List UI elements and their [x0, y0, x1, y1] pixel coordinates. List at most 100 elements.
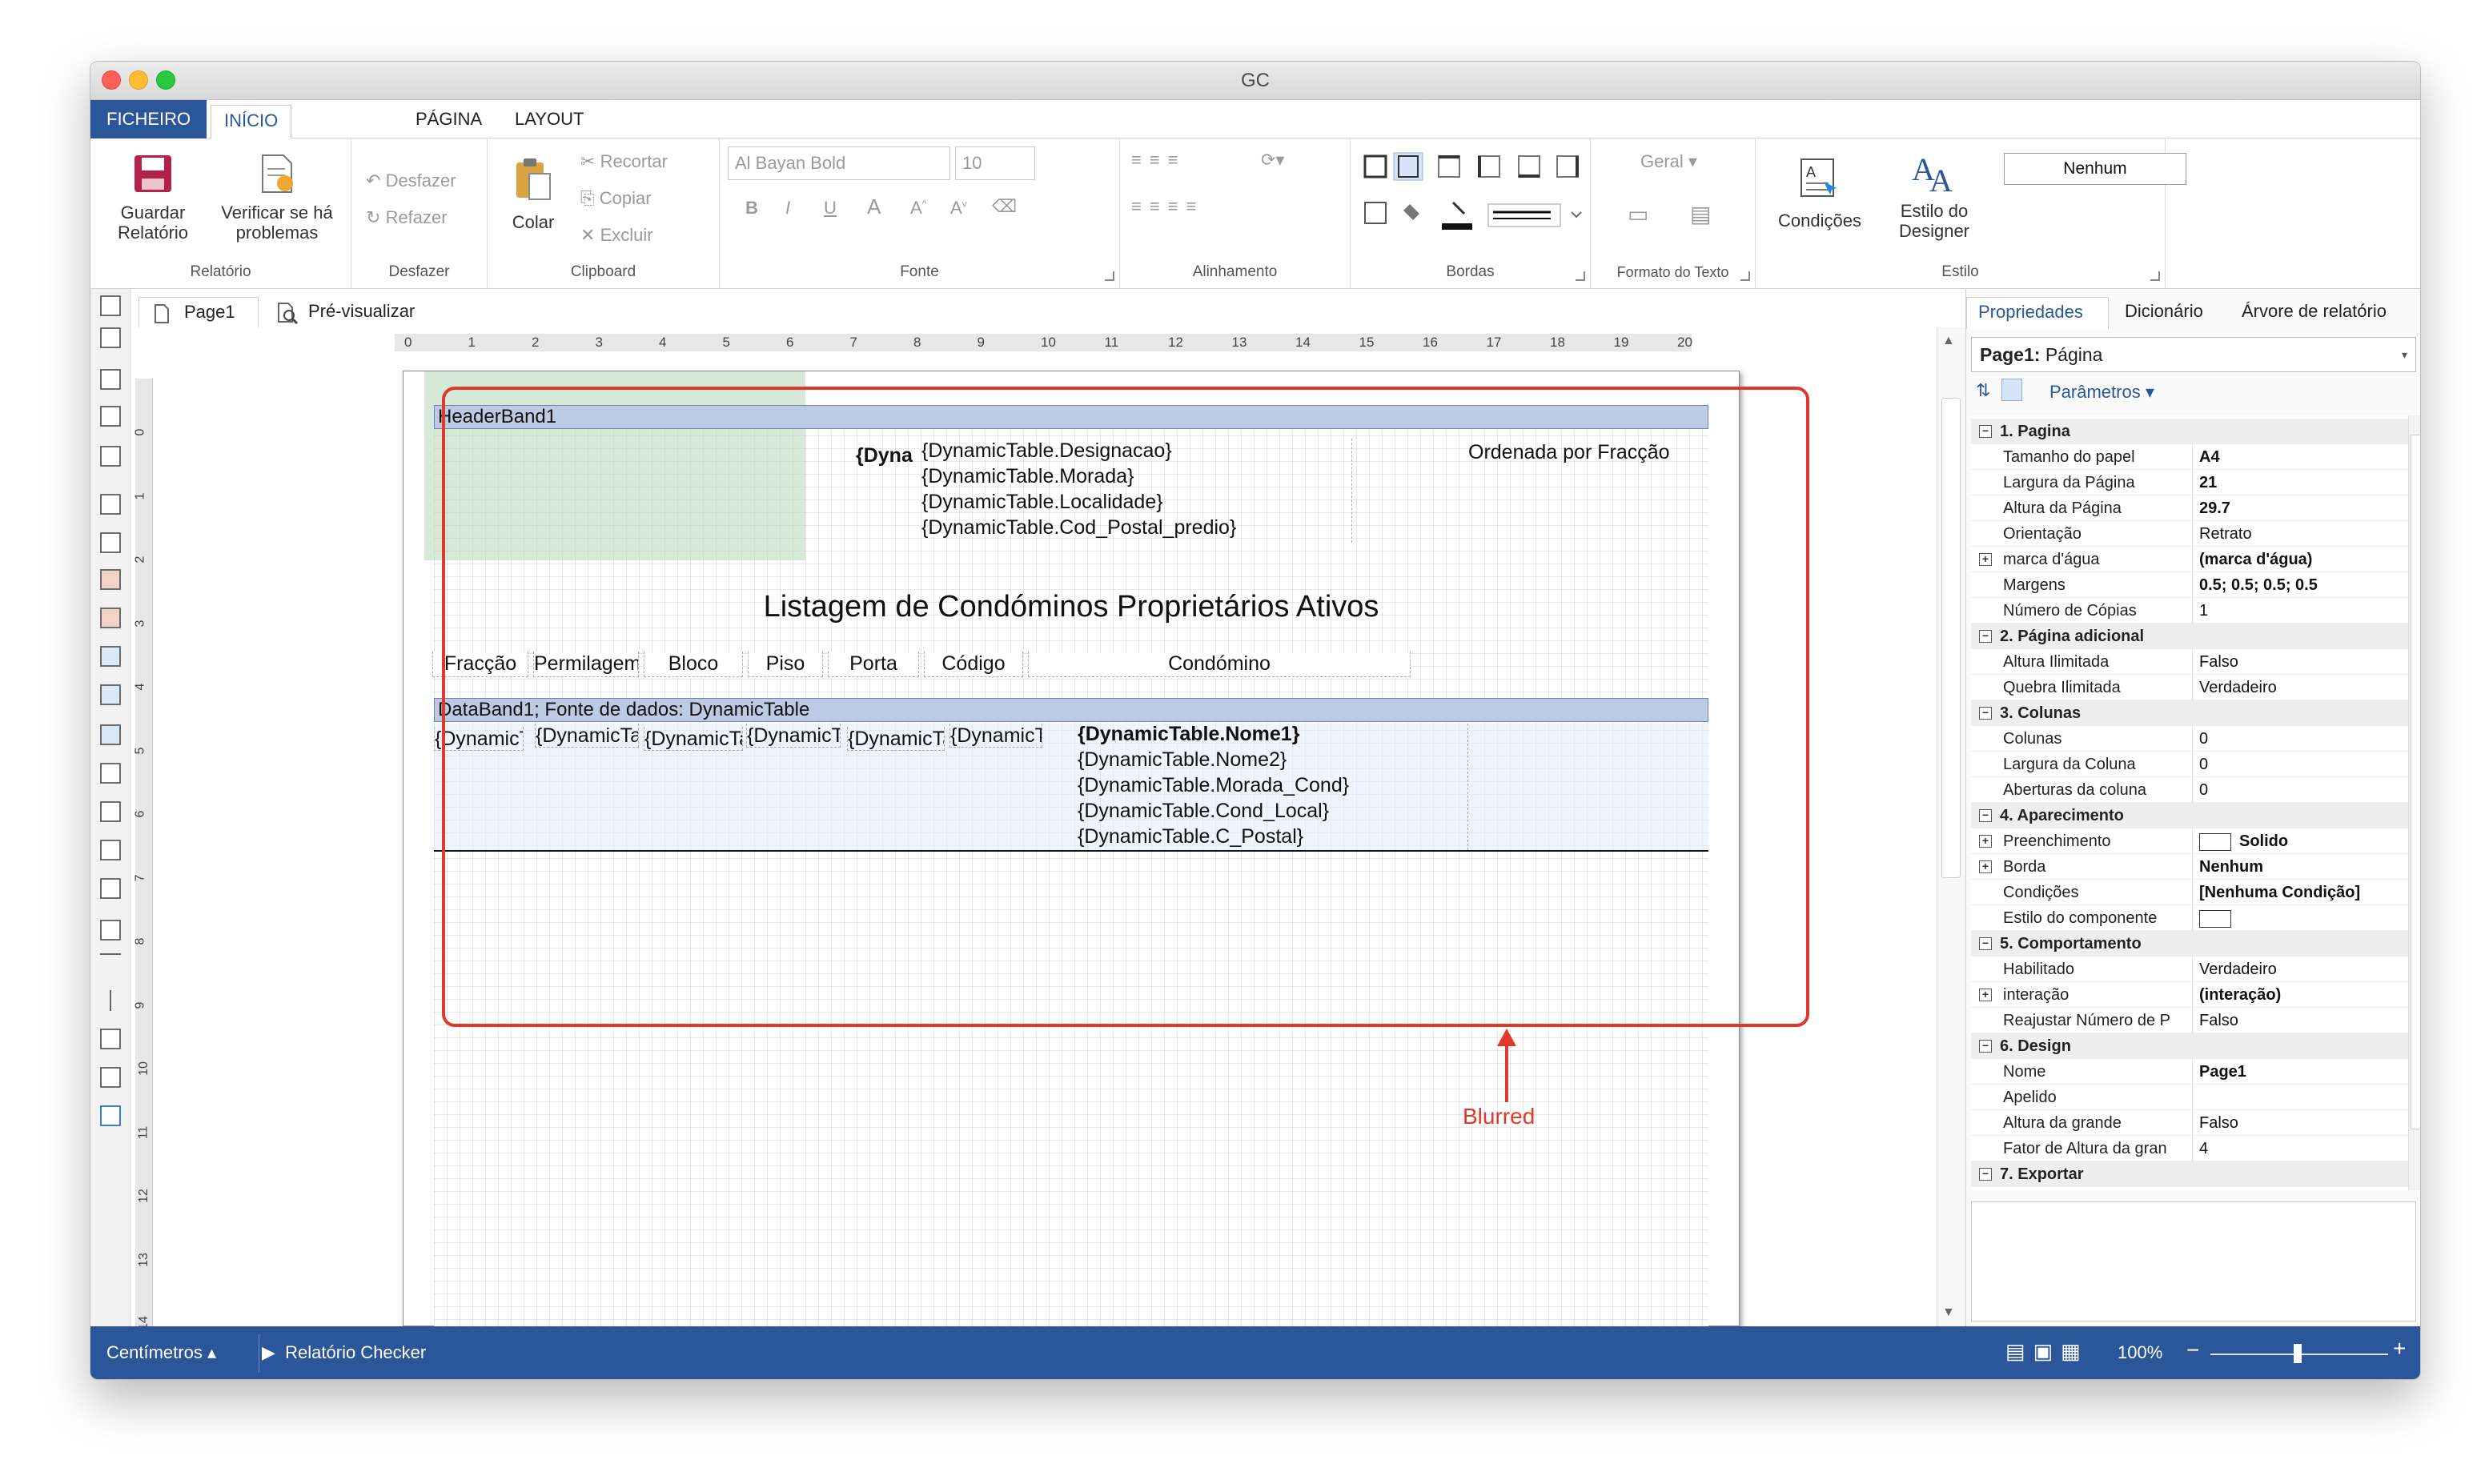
line-icon[interactable]: [100, 953, 121, 974]
property-row[interactable]: Margens 0.5; 0.5; 0.5; 0.5: [1971, 572, 2408, 598]
font-name-select[interactable]: Al Bayan Bold: [728, 146, 950, 180]
expand-icon[interactable]: +: [1979, 860, 1992, 873]
scroll-thumb[interactable]: [1941, 398, 1961, 878]
bold-button[interactable]: B: [745, 198, 758, 219]
property-value[interactable]: (marca d'água): [2192, 547, 2405, 572]
scroll-up-icon[interactable]: ▲: [1942, 334, 1955, 348]
property-value[interactable]: 0: [2192, 777, 2405, 803]
vline-icon[interactable]: [110, 990, 111, 1011]
format-icon-2[interactable]: ▤: [1690, 201, 1711, 227]
collapse-icon[interactable]: −: [1979, 1168, 1992, 1181]
collapse-icon[interactable]: −: [1979, 1040, 1992, 1053]
property-scroll-thumb[interactable]: [2411, 435, 2420, 1129]
property-row[interactable]: + Preenchimento Solido: [1971, 828, 2408, 854]
shrink-font-button[interactable]: Av: [950, 198, 967, 219]
shape-icon[interactable]: [100, 920, 121, 941]
units-selector[interactable]: Centímetros ▴: [106, 1342, 216, 1363]
canvas-scrollbar[interactable]: ▲ ▼: [1937, 327, 1965, 1326]
tab-page1[interactable]: Page1: [139, 297, 259, 327]
conditions-button[interactable]: A Condições: [1764, 156, 1876, 231]
property-value[interactable]: A4: [2192, 444, 2405, 470]
property-row[interactable]: Estilo do componente: [1971, 905, 2408, 931]
property-value[interactable]: Falso: [2192, 1110, 2405, 1136]
tab-ficheiro[interactable]: FICHEIRO: [90, 100, 207, 138]
tab-layout[interactable]: LAYOUT: [502, 100, 596, 138]
panel-icon[interactable]: [100, 724, 121, 745]
property-value[interactable]: 29.7: [2192, 495, 2405, 521]
expand-icon[interactable]: +: [1979, 989, 1992, 1001]
property-row[interactable]: + interação (interação): [1971, 982, 2408, 1008]
property-row[interactable]: Largura da Coluna 0: [1971, 752, 2408, 777]
check-issues-button[interactable]: Verificar se há problemas: [211, 153, 343, 243]
property-row[interactable]: Largura da Página 21: [1971, 470, 2408, 495]
property-value[interactable]: 0: [2192, 752, 2405, 777]
property-value[interactable]: Page1: [2192, 1059, 2405, 1085]
text-icon[interactable]: [100, 532, 121, 553]
property-row[interactable]: + marca d'água (marca d'água): [1971, 547, 2408, 572]
parameters-button[interactable]: Parâmetros ▾: [2049, 382, 2154, 403]
categorized-view-icon[interactable]: [2001, 379, 2022, 401]
property-row[interactable]: Apelido: [1971, 1085, 2408, 1110]
property-value[interactable]: 1: [2192, 598, 2405, 624]
italic-button[interactable]: I: [785, 198, 790, 219]
zoom-slider-thumb[interactable]: [2294, 1344, 2302, 1363]
property-scrollbar[interactable]: [2408, 415, 2420, 1190]
property-value[interactable]: [Nenhuma Condição]: [2192, 880, 2405, 905]
font-size-select[interactable]: 10: [955, 146, 1035, 180]
property-row[interactable]: Tamanho do papel A4: [1971, 444, 2408, 470]
property-value[interactable]: (interação): [2192, 982, 2405, 1008]
rectangle-icon[interactable]: [100, 1029, 121, 1049]
clear-format-icon[interactable]: ⌫: [992, 196, 1017, 217]
barcode-icon[interactable]: [100, 763, 121, 784]
picture-icon[interactable]: [100, 840, 121, 860]
image-icon[interactable]: [100, 608, 121, 628]
expand-icon[interactable]: +: [1979, 553, 1992, 566]
horizontal-align-icons[interactable]: ≡≡≡≡: [1131, 196, 1204, 217]
property-value[interactable]: Solido: [2192, 828, 2405, 854]
property-category[interactable]: −3. Colunas: [1971, 700, 2408, 726]
zoom-in-icon[interactable]: +: [2393, 1336, 2406, 1362]
component-selector[interactable]: Page1: Página ▾: [1971, 337, 2416, 372]
property-row[interactable]: Orientação Retrato: [1971, 521, 2408, 547]
pointer-icon[interactable]: [100, 295, 121, 316]
property-category[interactable]: −7. Exportar: [1971, 1161, 2408, 1187]
property-value[interactable]: Retrato: [2192, 521, 2405, 547]
grow-font-button[interactable]: A^: [910, 198, 926, 219]
collapse-icon[interactable]: −: [1979, 707, 1992, 720]
design-canvas[interactable]: 0 1 2 3 4 5 6 7 8 9 10 11 12 13 14 15 16 17 18 19 20 0123456…: [130, 327, 1943, 1326]
property-value[interactable]: Verdadeiro: [2192, 675, 2405, 700]
property-category[interactable]: −2. Página adicional: [1971, 624, 2408, 649]
tab-properties[interactable]: Propriedades: [1966, 297, 2109, 329]
font-color-button[interactable]: A: [867, 195, 881, 219]
tab-report-tree[interactable]: Árvore de relatório: [2230, 297, 2398, 329]
property-row[interactable]: Número de Cópias 1: [1971, 598, 2408, 624]
band-icon[interactable]: [100, 446, 121, 467]
collapse-icon[interactable]: −: [1979, 809, 1992, 822]
property-value[interactable]: 4: [2192, 1136, 2405, 1161]
format-icon-1[interactable]: ▭: [1628, 201, 1648, 227]
property-category[interactable]: −4. Aparecimento: [1971, 803, 2408, 828]
tab-pagina[interactable]: PÁGINA: [403, 100, 495, 138]
property-row[interactable]: Aberturas da coluna 0: [1971, 777, 2408, 803]
panel-icon[interactable]: [100, 684, 121, 705]
band-icon[interactable]: [100, 406, 121, 427]
collapse-icon[interactable]: −: [1979, 425, 1992, 438]
band-icon[interactable]: [100, 369, 121, 390]
property-value[interactable]: Falso: [2192, 649, 2405, 675]
image-icon[interactable]: [100, 569, 121, 590]
property-value[interactable]: 21: [2192, 470, 2405, 495]
vertical-align-icons[interactable]: ≡≡≡: [1131, 150, 1186, 170]
property-row[interactable]: Altura da Página 29.7: [1971, 495, 2408, 521]
border-style-icons[interactable]: [1359, 196, 1591, 233]
delete-button[interactable]: ✕ Excluir: [580, 225, 653, 246]
property-category[interactable]: −5. Comportamento: [1971, 931, 2408, 957]
tab-dictionary[interactable]: Dicionário: [2114, 297, 2214, 329]
property-row[interactable]: Quebra Ilimitada Verdadeiro: [1971, 675, 2408, 700]
property-row[interactable]: Altura Ilimitada Falso: [1971, 649, 2408, 675]
scroll-down-icon[interactable]: ▼: [1942, 1306, 1955, 1320]
collapse-icon[interactable]: −: [1979, 630, 1992, 643]
cut-button[interactable]: ✂ Recortar: [580, 151, 668, 172]
property-value[interactable]: Verdadeiro: [2192, 957, 2405, 982]
richtext-icon[interactable]: [100, 801, 121, 822]
rotate-text-icon[interactable]: ⟳▾: [1261, 150, 1284, 170]
